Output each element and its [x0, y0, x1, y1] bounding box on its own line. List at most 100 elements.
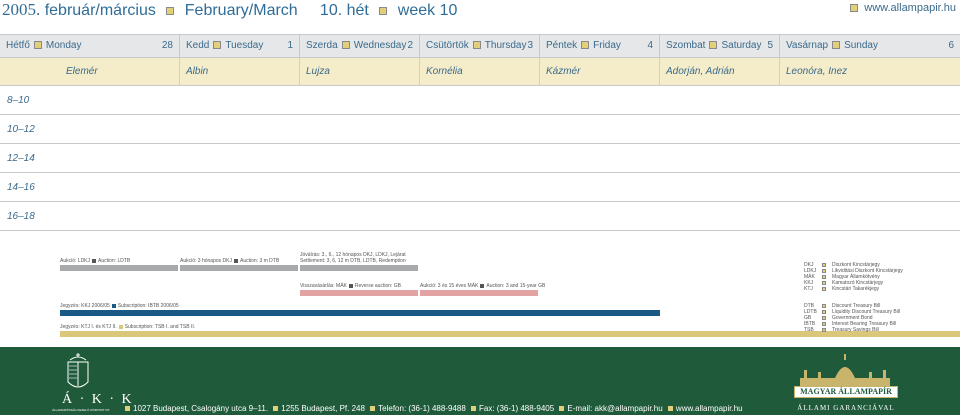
- day-number: 6: [948, 40, 954, 51]
- auction-hu: Aukció: 3 hónapos DKJ: [180, 258, 232, 264]
- day-en: Sunday: [844, 40, 878, 51]
- nameday-sunday: Leonóra, Inez: [786, 66, 848, 77]
- nameday-monday: Elemér: [60, 58, 180, 86]
- time-row: 10–12: [0, 115, 960, 144]
- auction-en: Auction: LDTB: [98, 258, 131, 264]
- week-hu: 10. hét: [319, 2, 369, 19]
- day-number: 3: [527, 40, 533, 51]
- marker-icon: [118, 324, 123, 329]
- legend-square-icon: [822, 268, 826, 273]
- day-hu: Kedd: [186, 40, 210, 51]
- day-sunday: Vasárnap Sunday 6: [780, 35, 960, 57]
- nameday-friday: Kázmér: [540, 58, 660, 86]
- legend-square-icon: [822, 262, 826, 267]
- time-slot-label: 10–12: [7, 124, 35, 135]
- auction-bar-thursday: [420, 290, 538, 296]
- time-slot-label: 12–14: [7, 153, 35, 164]
- nameday-tuesday: Albin: [180, 58, 300, 86]
- bullet-square-icon: [125, 406, 130, 412]
- separator-square-icon: [166, 6, 175, 15]
- time-row: 14–16: [0, 173, 960, 202]
- day-hu: Szerda: [306, 40, 338, 51]
- day-monday: Hétfő Monday 28: [0, 35, 180, 57]
- legend-square-icon: [822, 309, 826, 314]
- buyback-en: Reverse auction: GB: [354, 283, 402, 289]
- separator-square-icon: [581, 41, 590, 50]
- postal-address: 1255 Budapest, Pf. 248: [281, 404, 365, 413]
- bullet-square-icon: [559, 406, 565, 412]
- settlement-bar-wednesday: [300, 265, 418, 271]
- legend-text: Treasury Savings Bill: [832, 327, 879, 333]
- website-link[interactable]: www.allampapir.hu: [844, 2, 956, 14]
- day-tuesday: Kedd Tuesday 1: [180, 35, 300, 57]
- legend-text: Kincstári Takarékjegy: [832, 286, 880, 292]
- auction-monday: Aukció: LDKJ Auction: LDTB: [60, 258, 130, 264]
- settlement-en: Settlement: 3, 6, 12 m DTB, LDTB, Redemp…: [300, 258, 406, 264]
- day-hu: Hétfő: [6, 40, 30, 51]
- day-number: 28: [161, 40, 173, 51]
- brand-name: MAGYAR ÁLLAMPAPÍR: [794, 386, 898, 398]
- akk-logo-subtitle: ÁLLAMADÓSSÁG KEZELŐ KÖZPONT RT.: [52, 408, 110, 412]
- months-en: February/March: [184, 2, 298, 19]
- auction-bar-tuesday: [180, 265, 298, 271]
- time-row: 8–10: [0, 86, 960, 115]
- bullet-square-icon: [850, 4, 859, 13]
- footer-website-link[interactable]: www.allampapir.hu: [676, 404, 743, 413]
- day-en: Wednesday: [353, 40, 407, 51]
- time-row: 12–14: [0, 144, 960, 173]
- legend-item: TSB Treasury Savings Bill: [804, 327, 900, 333]
- time-slot-label: 8–10: [7, 95, 30, 106]
- weekday-bar: Hétfő Monday 28 Kedd Tuesday 1 Szerda Wednesd…: [0, 34, 960, 58]
- legend-en: DTB Discount Treasury Bill LDTB Liquidity …: [804, 303, 900, 333]
- day-en: Friday: [593, 40, 621, 51]
- separator-square-icon: [341, 41, 350, 50]
- subscription-en: Subscription: TSB I. and TSB II.: [124, 324, 196, 330]
- week-en: week 10: [397, 2, 458, 19]
- separator-square-icon: [472, 41, 481, 50]
- day-hu: Csütörtök: [426, 40, 469, 51]
- contact-line: 1027 Budapest, Csalogány utca 9–11. 1255…: [122, 404, 743, 413]
- subscription-hu: Jegyzés: KKJ 2006/05: [60, 303, 110, 309]
- day-saturday: Szombat Saturday 5: [660, 35, 780, 57]
- marker-icon: [92, 258, 97, 263]
- nameday-blank: [0, 58, 60, 86]
- bullet-square-icon: [370, 406, 376, 412]
- page-title: 2005. február/március February/March 10.…: [2, 0, 457, 20]
- buyback-wednesday: Visszavásárlás: MÁK Reverse auction: GB: [300, 283, 401, 289]
- brand-tagline: ÁLLAMI GARANCIÁVAL: [797, 404, 895, 412]
- months-hu: február/március: [44, 2, 156, 19]
- separator-square-icon: [379, 6, 388, 15]
- subscription-bar-kkj: [60, 310, 660, 316]
- buyback-bar-wednesday: [300, 290, 418, 296]
- bullet-square-icon: [471, 406, 477, 412]
- address: 1027 Budapest, Csalogány utca 9–11.: [133, 404, 269, 413]
- marker-icon: [348, 283, 353, 288]
- settlement-wednesday: Jóváírás: 3., 6., 12 hónapos DKJ, LDKJ, …: [300, 252, 406, 264]
- phone: Telefon: (36-1) 488-9488: [378, 404, 466, 413]
- day-en: Saturday: [721, 40, 762, 51]
- legend-hu: DKJ Diszkont Kincstárjegy LDKJ Likviditási…: [804, 262, 903, 292]
- email-link[interactable]: E-mail: akk@allampapir.hu: [567, 404, 662, 413]
- auction-thursday: Aukció: 3 és 15 éves MÁK Auction: 3 and 1…: [420, 283, 545, 289]
- marker-icon: [111, 303, 116, 308]
- day-friday: Péntek Friday 4: [540, 35, 660, 57]
- day-en: Thursday: [484, 40, 527, 51]
- fax: Fax: (36-1) 488-9405: [479, 404, 555, 413]
- day-hu: Péntek: [546, 40, 578, 51]
- subscription-ktj: Jegyzés: KTJ I. és KTJ II. Subscription: …: [60, 324, 195, 330]
- legend-square-icon: [822, 315, 826, 320]
- legend-square-icon: [822, 286, 826, 291]
- marker-icon: [233, 258, 238, 263]
- day-number: 4: [647, 40, 653, 51]
- separator-square-icon: [33, 41, 42, 50]
- auction-en: Auction: 3 m DTB: [239, 258, 280, 264]
- separator-square-icon: [213, 41, 222, 50]
- auction-bar-monday: [60, 265, 178, 271]
- subscription-en: Subscription: IBTB 2006/05: [117, 303, 179, 309]
- auction-tuesday: Aukció: 3 hónapos DKJ Auction: 3 m DTB: [180, 258, 279, 264]
- day-thursday: Csütörtök Thursday 3: [420, 35, 540, 57]
- day-number: 2: [407, 40, 413, 51]
- auction-hu: Aukció: 3 és 15 éves MÁK: [420, 283, 479, 289]
- legend-abbr: TSB: [804, 327, 814, 333]
- legend-square-icon: [822, 321, 826, 326]
